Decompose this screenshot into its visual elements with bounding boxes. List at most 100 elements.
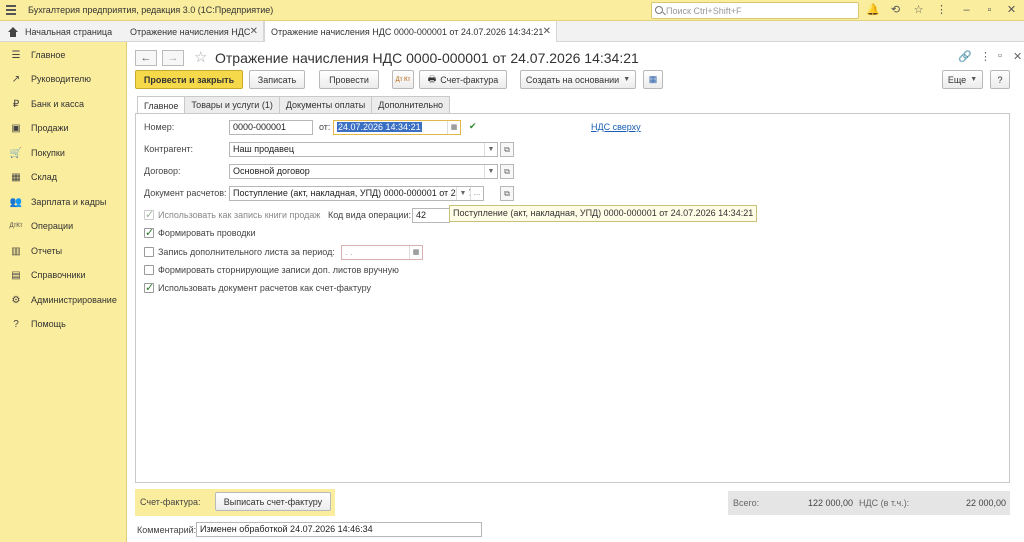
dt-kt-icon: Дт Кт xyxy=(395,76,411,83)
issue-invoice-button[interactable]: Выписать счет-фактуру xyxy=(215,492,331,511)
vat-value: 22 000,00 xyxy=(966,498,1007,508)
sidebar-item-purchases[interactable]: 🛒 Покупки xyxy=(0,141,126,165)
save-button[interactable]: Записать xyxy=(249,70,305,89)
link-icon[interactable]: 🔗 xyxy=(958,50,972,63)
sidebar-item-reports[interactable]: ▥ Отчеты xyxy=(0,239,126,263)
more-button[interactable]: Еще ▼ xyxy=(942,70,983,89)
dt-kt-icon: ДтКт xyxy=(9,223,23,229)
date-field[interactable]: 24.07.2026 14:34:21 ▦ xyxy=(333,120,461,135)
bell-icon[interactable]: 🔔 xyxy=(866,4,880,17)
invoice-panel: Счет-фактура: Выписать счет-фактуру xyxy=(135,489,335,516)
search-placeholder: Поиск Ctrl+Shift+F xyxy=(666,6,742,16)
more-dots-icon[interactable]: ⋮ xyxy=(980,50,991,63)
open-settlement-doc-button[interactable]: ⧉ xyxy=(500,186,514,201)
storno-checkbox[interactable] xyxy=(144,265,154,275)
op-code-field[interactable]: 42 xyxy=(412,208,450,223)
sidebar-item-help[interactable]: ? Помощь xyxy=(0,312,126,336)
open-contract-button[interactable]: ⧉ xyxy=(500,164,514,179)
document-title: Отражение начисления НДС 0000-000001 от … xyxy=(215,50,639,66)
contract-field[interactable]: Основной договор ▼ xyxy=(229,164,498,179)
comment-label: Комментарий: xyxy=(137,525,197,535)
tab-additional[interactable]: Дополнительно xyxy=(371,96,451,113)
structure-icon: ▦ xyxy=(648,74,658,84)
settlement-doc-value: Поступление (акт, накладная, УПД) 0000-0… xyxy=(233,188,474,198)
star-icon[interactable]: ☆ xyxy=(912,4,925,17)
sidebar-item-sales[interactable]: ▣ Продажи xyxy=(0,116,126,140)
sidebar-item-references[interactable]: ▤ Справочники xyxy=(0,263,126,287)
tab-main[interactable]: Главное xyxy=(137,96,186,114)
calendar-icon[interactable]: ▦ xyxy=(409,246,422,259)
settlement-doc-label: Документ расчетов: xyxy=(144,188,227,198)
number-field[interactable]: 0000-000001 xyxy=(229,120,313,135)
maximize-icon[interactable]: ▫ xyxy=(998,50,1002,62)
create-based-on-button[interactable]: Создать на основании ▼ xyxy=(520,70,636,89)
restore-icon[interactable]: ▫ xyxy=(983,4,996,17)
vat-on-top-link[interactable]: НДС сверху xyxy=(591,122,641,132)
fill-check-icon[interactable]: ✔ xyxy=(469,121,477,132)
invoice-print-button[interactable]: 🖶 Счет-фактура xyxy=(419,70,507,89)
close-tab-icon[interactable]: ✕ xyxy=(543,26,551,37)
close-tab-icon[interactable]: ✕ xyxy=(250,26,258,37)
contract-label: Договор: xyxy=(144,166,181,176)
form-tabs: Главное Товары и услуги (1) Документы оп… xyxy=(137,96,451,114)
extra-sheet-checkbox[interactable] xyxy=(144,247,154,257)
select-dots-icon[interactable]: … xyxy=(470,187,483,200)
close-icon[interactable]: ✕ xyxy=(1005,4,1018,17)
chevron-down-icon[interactable]: ▼ xyxy=(484,143,497,156)
sidebar-item-manager[interactable]: ↗ Руководителю xyxy=(0,67,126,91)
menu-icon: ☰ xyxy=(11,49,21,61)
use-as-sales-book-label: Использовать как запись книги продаж xyxy=(158,210,321,220)
calendar-icon[interactable]: ▦ xyxy=(447,121,460,134)
favorite-star-icon[interactable]: ☆ xyxy=(194,48,207,66)
sidebar-item-label: Отчеты xyxy=(31,246,63,256)
back-button[interactable]: ← xyxy=(135,50,157,66)
open-counterparty-button[interactable]: ⧉ xyxy=(500,142,514,157)
history-icon[interactable]: ⟲ xyxy=(889,4,902,17)
total-label: Всего: xyxy=(733,498,760,508)
tab-vat-document[interactable]: Отражение начисления НДС 0000-000001 от … xyxy=(264,21,557,43)
forward-button[interactable]: → xyxy=(162,50,184,66)
invoice-label: Счет-фактура: xyxy=(140,497,201,507)
menu-dots-icon[interactable]: ⋮ xyxy=(935,4,948,17)
close-form-icon[interactable]: ✕ xyxy=(1013,50,1022,63)
tab-goods-services[interactable]: Товары и услуги (1) xyxy=(184,96,280,113)
sidebar-item-warehouse[interactable]: ▦ Склад xyxy=(0,165,126,189)
tab-vat-list[interactable]: Отражение начисления НДС ✕ xyxy=(124,21,264,42)
main-menu-icon[interactable] xyxy=(6,5,16,15)
title-bar: Бухгалтерия предприятия, редакция 3.0 (1… xyxy=(0,0,1024,21)
counterparty-value: Наш продавец xyxy=(233,144,295,154)
number-label: Номер: xyxy=(144,122,175,132)
tab-payment-docs[interactable]: Документы оплаты xyxy=(278,96,373,113)
counterparty-field[interactable]: Наш продавец ▼ xyxy=(229,142,498,157)
minimize-icon[interactable]: – xyxy=(960,4,973,17)
sidebar-item-admin[interactable]: ⚙ Администрирование xyxy=(0,288,126,312)
search-input[interactable]: Поиск Ctrl+Shift+F xyxy=(651,2,859,19)
help-button[interactable]: ? xyxy=(990,70,1010,89)
settlement-doc-field[interactable]: Поступление (акт, накладная, УПД) 0000-0… xyxy=(229,186,484,201)
sidebar-item-label: Зарплата и кадры xyxy=(31,197,107,207)
dt-kt-button[interactable]: Дт Кт xyxy=(392,70,414,89)
sidebar-item-salary[interactable]: 👥 Зарплата и кадры xyxy=(0,190,126,214)
counterparty-label: Контрагент: xyxy=(144,144,194,154)
comment-field[interactable]: Изменен обработкой 24.07.2026 14:46:34 xyxy=(196,522,482,537)
sidebar: ☰ Главное ↗ Руководителю ₽ Банк и касса … xyxy=(0,42,127,542)
sidebar-item-main[interactable]: ☰ Главное xyxy=(0,43,126,67)
make-postings-checkbox[interactable] xyxy=(144,226,154,239)
extra-sheet-period-field[interactable]: . . ▦ xyxy=(341,245,423,260)
chevron-down-icon: ▼ xyxy=(623,76,631,83)
sidebar-item-bank[interactable]: ₽ Банк и касса xyxy=(0,92,126,116)
structure-button[interactable]: ▦ xyxy=(643,70,663,89)
chevron-down-icon[interactable]: ▼ xyxy=(484,165,497,178)
chevron-down-icon[interactable]: ▼ xyxy=(456,187,469,200)
sidebar-item-label: Продажи xyxy=(31,123,69,133)
bag-icon: ▣ xyxy=(11,122,21,134)
post-and-close-button[interactable]: Провести и закрыть xyxy=(135,70,243,89)
tab-home[interactable]: Начальная страница xyxy=(0,21,124,42)
sidebar-item-operations[interactable]: ДтКт Операции xyxy=(0,214,126,238)
sidebar-item-label: Банк и касса xyxy=(31,99,84,109)
post-button[interactable]: Провести xyxy=(319,70,379,89)
use-as-sales-book-checkbox[interactable] xyxy=(144,208,154,221)
use-as-invoice-checkbox[interactable] xyxy=(144,281,154,294)
chart-icon: ▥ xyxy=(11,245,21,257)
invoice-print-label: Счет-фактура xyxy=(440,74,499,85)
